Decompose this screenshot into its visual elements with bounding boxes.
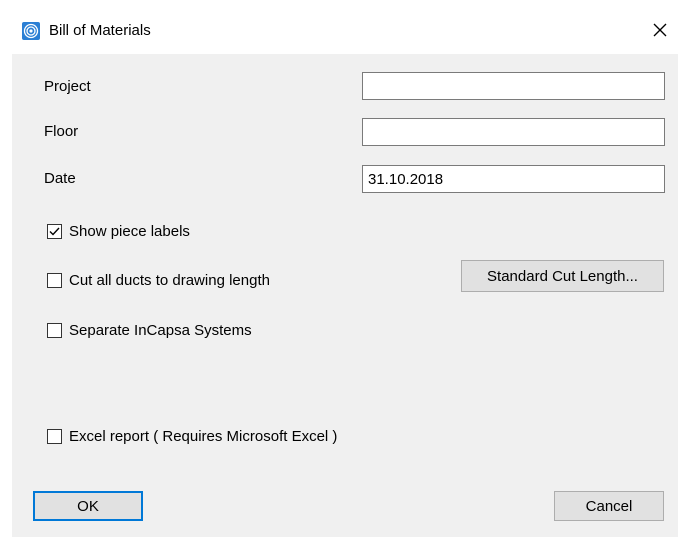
spiral-logo-icon bbox=[22, 22, 40, 40]
project-field[interactable] bbox=[362, 72, 665, 100]
cut-ducts-checkbox[interactable] bbox=[47, 273, 62, 288]
show-piece-labels-checkbox[interactable] bbox=[47, 224, 62, 239]
cancel-button[interactable]: Cancel bbox=[554, 491, 664, 521]
bill-of-materials-dialog: Bill of Materials Project Floor Date Sho… bbox=[12, 10, 678, 537]
floor-label: Floor bbox=[44, 123, 79, 140]
excel-report-label: Excel report ( Requires Microsoft Excel … bbox=[69, 428, 338, 445]
date-label: Date bbox=[44, 170, 76, 187]
separate-incapsa-option[interactable]: Separate InCapsa Systems bbox=[47, 322, 252, 339]
excel-report-option[interactable]: Excel report ( Requires Microsoft Excel … bbox=[47, 428, 337, 445]
show-piece-labels-label: Show piece labels bbox=[69, 223, 190, 240]
ok-button[interactable]: OK bbox=[33, 491, 143, 521]
close-icon bbox=[652, 22, 668, 43]
project-label: Project bbox=[44, 78, 91, 95]
checkmark-icon bbox=[49, 227, 60, 236]
separate-incapsa-label: Separate InCapsa Systems bbox=[69, 322, 252, 339]
floor-field[interactable] bbox=[362, 118, 665, 146]
standard-cut-length-button[interactable]: Standard Cut Length... bbox=[461, 260, 664, 292]
window-title: Bill of Materials bbox=[49, 22, 151, 39]
separate-incapsa-checkbox[interactable] bbox=[47, 323, 62, 338]
cut-ducts-label: Cut all ducts to drawing length bbox=[69, 272, 270, 289]
date-field[interactable] bbox=[362, 165, 665, 193]
excel-report-checkbox[interactable] bbox=[47, 429, 62, 444]
show-piece-labels-option[interactable]: Show piece labels bbox=[47, 223, 190, 240]
close-button[interactable] bbox=[646, 18, 674, 46]
cut-ducts-option[interactable]: Cut all ducts to drawing length bbox=[47, 272, 270, 289]
title-bar: Bill of Materials bbox=[12, 10, 678, 54]
